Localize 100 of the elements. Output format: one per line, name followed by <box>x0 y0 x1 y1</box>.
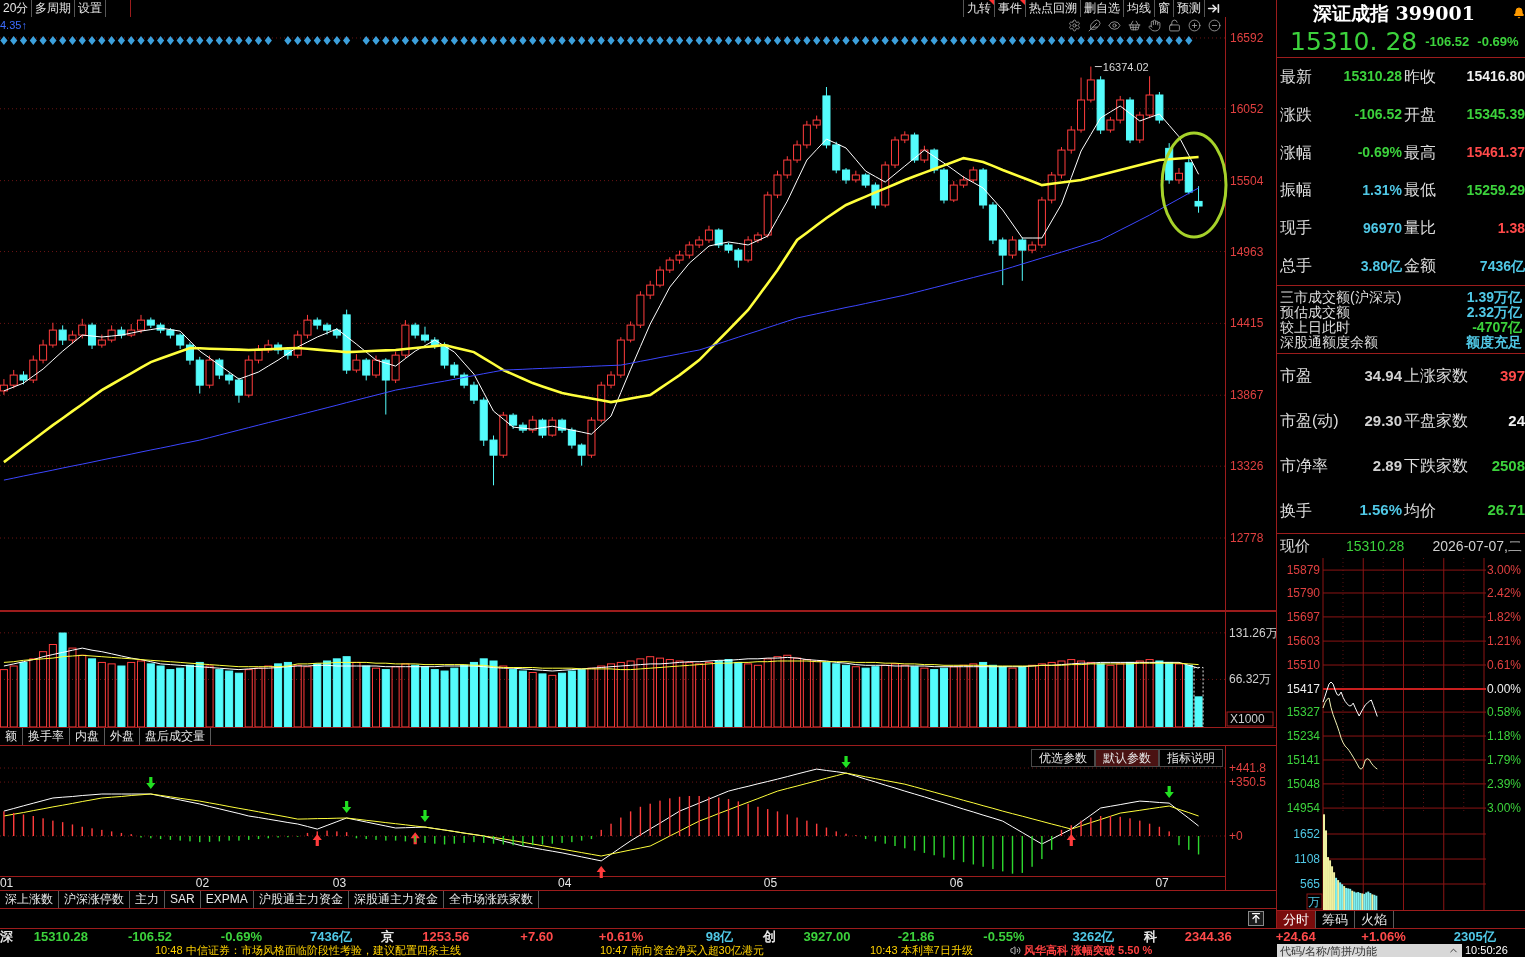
scroll-top-button[interactable] <box>1248 910 1264 926</box>
up-arrow-icon <box>312 833 322 846</box>
quote-value: 15345.39 <box>1465 105 1525 125</box>
hand-icon[interactable] <box>1148 18 1161 32</box>
indicator-tab[interactable]: 全市场涨跌家数 <box>443 890 539 908</box>
news-item[interactable]: 10:43 本利率7日升级 <box>870 944 1010 957</box>
toolbar-button[interactable]: 均线 <box>1123 0 1154 17</box>
quote-label: 量比 <box>1403 218 1437 239</box>
volume-bar <box>107 662 116 727</box>
candlestick <box>851 169 860 183</box>
exit-button[interactable] <box>1204 0 1222 17</box>
indicator-option-button[interactable]: 默认参数 <box>1095 748 1159 767</box>
volume-bar <box>881 664 890 727</box>
quote-value: 1.38 <box>1496 218 1525 238</box>
price-axis-label: 13867 <box>1230 387 1264 402</box>
candlestick <box>264 338 273 353</box>
volume-bar <box>1096 662 1105 727</box>
feather-icon[interactable] <box>1088 18 1101 32</box>
volume-bar <box>205 665 214 727</box>
indicator-tab[interactable]: 深上涨数 <box>0 890 59 908</box>
quote-value: 7436亿 <box>1478 256 1525 276</box>
speaker-icon <box>1010 945 1021 956</box>
indicator-tab[interactable]: 深股通主力资金 <box>348 890 444 908</box>
volume-bar <box>479 657 488 727</box>
zoom-in-icon[interactable] <box>1188 18 1201 32</box>
quote-value: 2508 <box>1490 455 1525 476</box>
macd-bar <box>864 835 867 839</box>
eye-icon[interactable] <box>1108 18 1121 32</box>
toolbar-button[interactable]: 九转 <box>963 0 994 17</box>
quote-value: 1.39万亿 <box>1466 289 1522 305</box>
bell-icon[interactable] <box>1513 6 1525 20</box>
volume-bar <box>352 661 361 727</box>
toolbar-button[interactable]: 窗 <box>1154 0 1173 17</box>
indicator-reading: 4.35↑ <box>0 18 27 32</box>
volume-bar <box>998 665 1007 727</box>
quote-label: 上涨家数 <box>1403 366 1469 387</box>
indicator-tab[interactable]: 换手率 <box>23 727 70 745</box>
volume-bar <box>88 657 97 727</box>
volume-bar <box>29 657 38 727</box>
macd-bar <box>962 835 965 862</box>
volume-axis-label: 1108 <box>1294 852 1320 867</box>
volume-bar <box>538 672 547 727</box>
volume-bar <box>900 664 909 727</box>
toolbar-button[interactable]: 事件 <box>994 0 1025 17</box>
volume-bar <box>244 668 253 727</box>
candlestick <box>685 240 694 259</box>
arrow-up-icon <box>1250 912 1262 925</box>
toolbar-button[interactable]: 删自选 <box>1080 0 1123 17</box>
quote-label: 深股通额度余额 <box>1280 334 1378 350</box>
indicator-tab[interactable]: 内盘 <box>70 727 105 745</box>
gear-icon[interactable] <box>1068 18 1081 32</box>
chart-tab[interactable]: 分时 <box>1277 911 1316 928</box>
percent-axis-label: 0.00% <box>1487 682 1522 697</box>
volume-bar <box>773 655 782 727</box>
toolbar-button[interactable]: 热点回溯 <box>1025 0 1080 17</box>
search-field[interactable]: 代码/名称/简拼/功能 <box>1277 944 1462 957</box>
volume-bar <box>195 661 204 727</box>
macd-bar <box>345 831 348 836</box>
indicator-option-button[interactable]: 优选参数 <box>1031 748 1095 767</box>
indicator-tab[interactable]: 主力 <box>130 890 165 908</box>
macd-bar <box>1158 826 1161 836</box>
candlestick <box>930 147 939 174</box>
indicator-option-button[interactable]: 指标说明 <box>1159 748 1223 767</box>
indicator-tab[interactable]: 外盘 <box>105 727 140 745</box>
indicator-tab[interactable]: 盘后成交量 <box>140 727 211 745</box>
indicator-tab[interactable]: EXPMA <box>200 890 254 908</box>
down-arrow-icon <box>342 800 352 813</box>
macd-bar <box>306 832 309 836</box>
news-item[interactable]: 10:47 南向资金净买入超30亿港元 <box>600 944 870 957</box>
toolbar-button[interactable]: 设置 <box>75 0 107 17</box>
stock-alert[interactable]: 风华高科 涨幅突破 5.50 % <box>1024 944 1153 957</box>
price-axis-label: 15417 <box>1286 681 1320 696</box>
candlestick <box>704 224 713 243</box>
unlock-icon[interactable] <box>1168 18 1181 32</box>
indicator-tab[interactable]: 沪深涨停数 <box>59 890 130 908</box>
indicator-tab[interactable]: 额 <box>0 727 23 745</box>
indicator-tab[interactable]: 沪股通主力资金 <box>253 890 349 908</box>
volume-bar <box>548 674 557 727</box>
volume-bar <box>793 657 802 727</box>
macd-bar <box>1109 815 1112 836</box>
indicator-tab[interactable]: SAR <box>165 890 201 908</box>
market-name: 科 <box>1143 929 1158 944</box>
volume-bar <box>675 660 684 727</box>
quote-value: -106.52 <box>1353 105 1402 125</box>
volume-bar <box>1165 661 1174 727</box>
news-item[interactable]: 10:48 中信证券：市场风格面临阶段性考验，建议配置四条主线 <box>155 944 600 957</box>
toolbar-button[interactable]: 多周期 <box>32 0 76 17</box>
down-arrow-icon <box>146 776 156 789</box>
toolbar-button[interactable]: 20分 <box>0 0 33 17</box>
basket-icon[interactable] <box>1128 18 1141 32</box>
macd-bar <box>208 835 211 842</box>
quote-label: 最低 <box>1403 180 1437 201</box>
volume-bar <box>704 661 713 727</box>
toolbar-button[interactable]: 预测 <box>1173 0 1204 17</box>
volume-bar <box>440 670 449 727</box>
volume-bar <box>812 660 821 727</box>
zoom-out-icon[interactable] <box>1208 18 1221 32</box>
volume-bar <box>254 667 263 727</box>
volume-bar <box>1155 660 1164 727</box>
volume-bar <box>842 664 851 727</box>
